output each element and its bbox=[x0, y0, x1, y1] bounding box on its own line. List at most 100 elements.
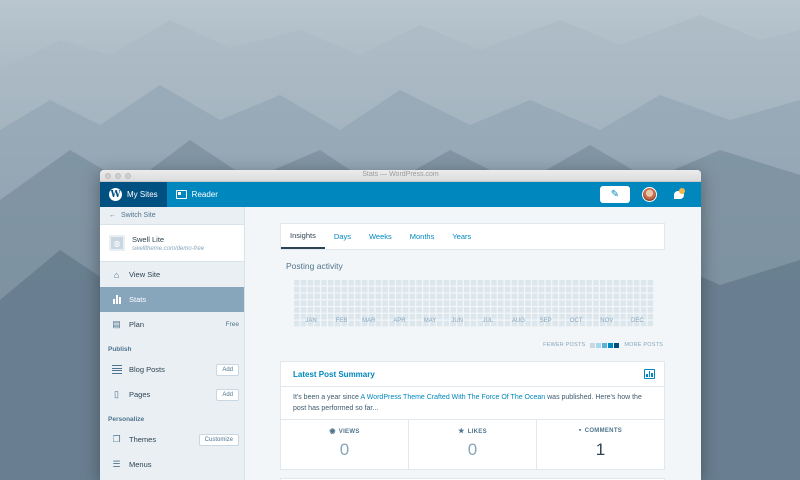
heatmap-day-cell[interactable] bbox=[647, 286, 654, 293]
sidebar-item-menus[interactable]: ☰ Menus bbox=[100, 452, 244, 477]
heatmap-day-cell[interactable] bbox=[314, 293, 320, 300]
heatmap-day-cell[interactable] bbox=[443, 300, 450, 306]
heatmap-day-cell[interactable] bbox=[640, 307, 647, 313]
heatmap-day-cell[interactable] bbox=[600, 300, 606, 306]
heatmap-day-cell[interactable] bbox=[416, 286, 422, 293]
heatmap-day-cell[interactable] bbox=[484, 307, 490, 313]
heatmap-day-cell[interactable] bbox=[566, 280, 572, 286]
heatmap-day-cell[interactable] bbox=[634, 293, 640, 300]
heatmap-day-cell[interactable] bbox=[457, 307, 463, 313]
latest-post-summary-title[interactable]: Latest Post Summary bbox=[293, 370, 375, 379]
heatmap-day-cell[interactable] bbox=[593, 286, 599, 293]
heatmap-day-cell[interactable] bbox=[586, 286, 592, 293]
heatmap-day-cell[interactable] bbox=[423, 280, 429, 286]
heatmap-day-cell[interactable] bbox=[504, 300, 511, 306]
heatmap-day-cell[interactable] bbox=[525, 280, 531, 286]
heatmap-day-cell[interactable] bbox=[402, 286, 409, 293]
heatmap-day-cell[interactable] bbox=[294, 300, 300, 306]
heatmap-day-cell[interactable] bbox=[545, 280, 552, 286]
heatmap-day-cell[interactable] bbox=[314, 300, 320, 306]
heatmap-day-cell[interactable] bbox=[511, 307, 518, 313]
heatmap-day-cell[interactable] bbox=[579, 286, 586, 293]
heatmap-day-cell[interactable] bbox=[627, 280, 633, 286]
heatmap-day-cell[interactable] bbox=[375, 286, 382, 293]
heatmap-day-cell[interactable] bbox=[491, 300, 497, 306]
heatmap-day-cell[interactable] bbox=[477, 280, 484, 286]
heatmap-day-cell[interactable] bbox=[532, 286, 538, 293]
heatmap-day-cell[interactable] bbox=[355, 307, 361, 313]
heatmap-day-cell[interactable] bbox=[362, 280, 368, 286]
stats-chart-icon[interactable] bbox=[644, 369, 655, 379]
heatmap-day-cell[interactable] bbox=[566, 293, 572, 300]
heatmap-day-cell[interactable] bbox=[368, 300, 375, 306]
heatmap-day-cell[interactable] bbox=[586, 280, 592, 286]
heatmap-day-cell[interactable] bbox=[504, 286, 511, 293]
heatmap-day-cell[interactable] bbox=[294, 307, 300, 313]
heatmap-day-cell[interactable] bbox=[532, 280, 538, 286]
heatmap-day-cell[interactable] bbox=[572, 307, 579, 313]
heatmap-day-cell[interactable] bbox=[321, 307, 327, 313]
heatmap-day-cell[interactable] bbox=[464, 293, 470, 300]
heatmap-day-cell[interactable] bbox=[552, 280, 558, 286]
heatmap-day-cell[interactable] bbox=[511, 280, 518, 286]
heatmap-day-cell[interactable] bbox=[579, 300, 586, 306]
heatmap-day-cell[interactable] bbox=[613, 307, 620, 313]
tab-weeks[interactable]: Weeks bbox=[360, 224, 401, 249]
heatmap-day-cell[interactable] bbox=[477, 300, 484, 306]
heatmap-day-cell[interactable] bbox=[382, 307, 388, 313]
heatmap-day-cell[interactable] bbox=[470, 300, 477, 306]
heatmap-day-cell[interactable] bbox=[409, 307, 416, 313]
heatmap-day-cell[interactable] bbox=[294, 280, 300, 286]
heatmap-day-cell[interactable] bbox=[640, 280, 647, 286]
heatmap-day-cell[interactable] bbox=[409, 300, 416, 306]
heatmap-day-cell[interactable] bbox=[375, 280, 382, 286]
my-sites-button[interactable]: W My Sites bbox=[100, 182, 167, 207]
heatmap-day-cell[interactable] bbox=[416, 280, 422, 286]
sidebar-item-pages[interactable]: ▯ Pages Add bbox=[100, 382, 244, 407]
heatmap-day-cell[interactable] bbox=[328, 300, 334, 306]
heatmap-day-cell[interactable] bbox=[538, 286, 545, 293]
heatmap-day-cell[interactable] bbox=[307, 286, 314, 293]
sidebar-item-plan[interactable]: ▤ Plan Free bbox=[100, 312, 244, 337]
sidebar-item-view-site[interactable]: ⌂ View Site bbox=[100, 262, 244, 287]
heatmap-day-cell[interactable] bbox=[511, 286, 518, 293]
heatmap-day-cell[interactable] bbox=[518, 293, 524, 300]
heatmap-day-cell[interactable] bbox=[368, 280, 375, 286]
heatmap-day-cell[interactable] bbox=[627, 293, 633, 300]
heatmap-day-cell[interactable] bbox=[382, 286, 388, 293]
heatmap-day-cell[interactable] bbox=[416, 293, 422, 300]
heatmap-day-cell[interactable] bbox=[525, 307, 531, 313]
heatmap-day-cell[interactable] bbox=[477, 293, 484, 300]
heatmap-day-cell[interactable] bbox=[470, 307, 477, 313]
heatmap-day-cell[interactable] bbox=[593, 280, 599, 286]
heatmap-day-cell[interactable] bbox=[647, 307, 654, 313]
heatmap-day-cell[interactable] bbox=[450, 307, 456, 313]
heatmap-day-cell[interactable] bbox=[382, 280, 388, 286]
heatmap-day-cell[interactable] bbox=[423, 307, 429, 313]
heatmap-day-cell[interactable] bbox=[355, 286, 361, 293]
heatmap-day-cell[interactable] bbox=[423, 286, 429, 293]
heatmap-day-cell[interactable] bbox=[389, 280, 395, 286]
heatmap-day-cell[interactable] bbox=[402, 293, 409, 300]
heatmap-day-cell[interactable] bbox=[375, 300, 382, 306]
heatmap-day-cell[interactable] bbox=[314, 307, 320, 313]
current-site[interactable]: ◍ Swell Lite swelltheme.com/demo-free bbox=[100, 225, 244, 262]
heatmap-day-cell[interactable] bbox=[450, 286, 456, 293]
heatmap-day-cell[interactable] bbox=[620, 300, 626, 306]
heatmap-day-cell[interactable] bbox=[498, 280, 504, 286]
heatmap-day-cell[interactable] bbox=[600, 307, 606, 313]
switch-site-link[interactable]: ← Switch Site bbox=[100, 207, 244, 225]
heatmap-day-cell[interactable] bbox=[300, 307, 307, 313]
heatmap-day-cell[interactable] bbox=[620, 293, 626, 300]
heatmap-day-cell[interactable] bbox=[341, 300, 348, 306]
heatmap-day-cell[interactable] bbox=[627, 300, 633, 306]
heatmap-day-cell[interactable] bbox=[389, 286, 395, 293]
heatmap-day-cell[interactable] bbox=[477, 307, 484, 313]
heatmap-day-cell[interactable] bbox=[491, 307, 497, 313]
heatmap-day-cell[interactable] bbox=[348, 300, 354, 306]
heatmap-day-cell[interactable] bbox=[532, 293, 538, 300]
heatmap-day-cell[interactable] bbox=[389, 293, 395, 300]
sidebar-item-themes[interactable]: ❐ Themes Customize bbox=[100, 427, 244, 452]
heatmap-day-cell[interactable] bbox=[620, 280, 626, 286]
heatmap-day-cell[interactable] bbox=[566, 300, 572, 306]
